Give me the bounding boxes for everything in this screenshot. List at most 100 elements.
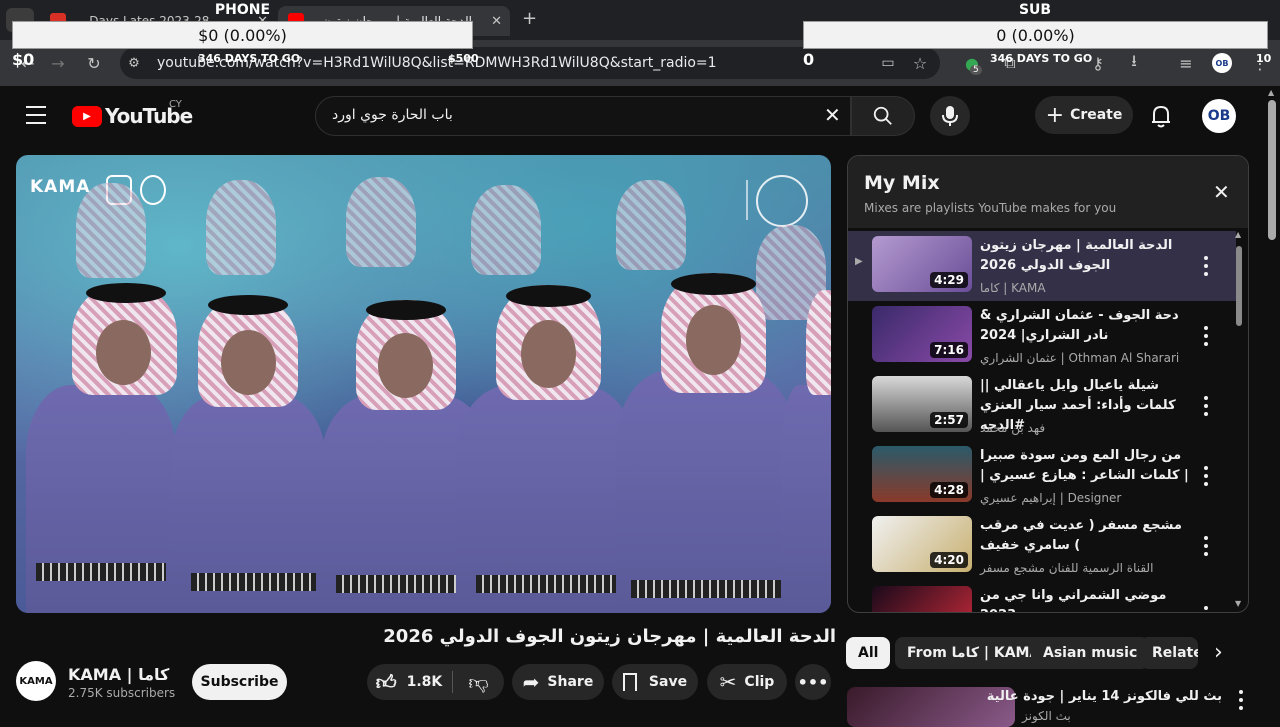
- dancer-face: [221, 330, 276, 395]
- background-dancer: [76, 183, 146, 278]
- overlay-left-max: $500: [448, 52, 479, 65]
- subscriber-count: 2.75K subscribers: [68, 686, 176, 700]
- playlist-thumbnail: 4:28: [872, 446, 972, 502]
- more-actions-button[interactable]: •••: [795, 664, 831, 700]
- dancer-face: [378, 333, 433, 398]
- playlist-item[interactable]: 7:16 دحة الجوف - عثمان الشراري & نادر ال…: [848, 301, 1236, 371]
- menu-hamburger-icon[interactable]: [26, 106, 46, 124]
- playlist-item[interactable]: 4:20 مشجع مسفر ( عديت في مرقب ) سامري خف…: [848, 511, 1236, 581]
- playlist-item[interactable]: 2:57 شيلة ياعيال وايل ياعقالي || كلمات و…: [848, 371, 1236, 441]
- subscribe-button[interactable]: Subscribe: [192, 664, 287, 700]
- chip-all[interactable]: All: [846, 637, 891, 669]
- playlist-scrollbar-track[interactable]: ▲ ▼: [1234, 230, 1244, 610]
- close-tab-icon[interactable]: ✕: [491, 14, 502, 29]
- playlist-thumbnail: 7:16: [872, 306, 972, 362]
- plus-icon: +: [1045, 102, 1065, 128]
- account-avatar[interactable]: OB: [1202, 99, 1236, 133]
- dancer-agal: [671, 273, 756, 295]
- video-duration: 4:28: [930, 482, 968, 498]
- media-queue-icon[interactable]: ≡: [1176, 53, 1196, 73]
- overlay-right-value: 0 (0.00%): [803, 21, 1268, 49]
- more-vertical-icon[interactable]: [1236, 690, 1246, 710]
- dancer-agal: [208, 295, 288, 315]
- playlist-item[interactable]: 4:28 من رجال المع ومن سودة صبيرا | كلمات…: [848, 441, 1236, 511]
- close-mix-icon[interactable]: ✕: [1213, 180, 1230, 204]
- playlist-item-title: من رجال المع ومن سودة صبيرا | كلمات الشا…: [980, 448, 1189, 483]
- reload-icon[interactable]: ↻: [84, 53, 104, 73]
- page-scroll-up-icon[interactable]: ▲: [1268, 88, 1274, 97]
- share-label: Share: [547, 674, 594, 690]
- clip-button[interactable]: ✂ Clip: [707, 664, 787, 700]
- playlist-thumbnail: 2:57: [872, 376, 972, 432]
- video-duration: 7:16: [930, 342, 968, 358]
- playlist-item-channel: إبراهيم عسيري | Designer: [980, 491, 1122, 505]
- create-button[interactable]: + Create: [1035, 96, 1133, 134]
- bookmark-icon: [622, 673, 637, 691]
- recommended-channel: بث الكونز: [1022, 709, 1071, 723]
- save-button[interactable]: Save: [612, 664, 698, 700]
- more-vertical-icon[interactable]: [1201, 606, 1211, 612]
- overlay-left-value: $0 (0.00%): [12, 21, 473, 49]
- playlist-item[interactable]: موضي الشمراني وانا جي من بعيد - موسم 202…: [848, 581, 1236, 612]
- playlist-thumbnail: 4:20: [872, 516, 972, 572]
- page-scrollbar[interactable]: [1268, 100, 1276, 240]
- like-button[interactable]: 👍︎ 1.8K: [367, 664, 451, 700]
- playlist-item-title: مشجع مسفر ( عديت في مرقب ) سامري خفيف: [980, 518, 1182, 553]
- bookmark-star-icon[interactable]: ☆: [910, 53, 930, 73]
- search-icon: [873, 106, 892, 125]
- thumbs-up-icon: 👍︎: [375, 669, 397, 694]
- background-dancer: [616, 180, 686, 270]
- more-vertical-icon[interactable]: [1201, 396, 1211, 416]
- video-player[interactable]: KAMA: [16, 155, 831, 613]
- chip-from-channel[interactable]: From كاما | KAMA: [895, 637, 1053, 669]
- clear-search-icon[interactable]: ✕: [824, 103, 841, 127]
- cast-icon[interactable]: ▭: [878, 53, 898, 73]
- more-vertical-icon[interactable]: [1201, 536, 1211, 556]
- overlay-left-title: PHONE: [214, 2, 271, 18]
- recommended-title[interactable]: بث للي فالكونز 14 يناير | جودة عالية: [987, 689, 1222, 704]
- emblem-icon: [140, 175, 166, 205]
- chip-asian-music[interactable]: Asian music: [1031, 637, 1150, 669]
- chips-next-icon[interactable]: ›: [1214, 640, 1223, 665]
- video-title: الدحة العالمية | مهرجان زيتون الجوف الدو…: [383, 626, 836, 647]
- chip-related[interactable]: Related: [1140, 637, 1198, 669]
- dancer-belt: [36, 563, 166, 581]
- scroll-up-icon[interactable]: ▲: [1235, 230, 1241, 239]
- scroll-down-icon[interactable]: ▼: [1235, 599, 1241, 608]
- create-label: Create: [1070, 107, 1123, 123]
- dancer-robe: [781, 385, 831, 613]
- playlist-thumbnail: [872, 586, 972, 612]
- playlist-item-channel: القناة الرسمية للفنان مشجع مسفر: [980, 561, 1154, 575]
- overlay-right-min: 0: [803, 50, 815, 69]
- new-tab-icon[interactable]: +: [522, 8, 537, 29]
- more-vertical-icon[interactable]: [1201, 326, 1211, 346]
- share-button[interactable]: ➦ Share: [512, 664, 604, 700]
- more-vertical-icon[interactable]: [1201, 256, 1211, 276]
- overlay-left-min: $0: [12, 50, 35, 69]
- background-dancer: [346, 177, 416, 267]
- search-button[interactable]: [851, 96, 915, 136]
- search-input[interactable]: باب الحارة جوي اورد ✕: [315, 96, 851, 136]
- more-vertical-icon[interactable]: [1201, 466, 1211, 486]
- playlist-scrollbar-thumb[interactable]: [1236, 246, 1242, 326]
- background-dancer: [471, 185, 541, 275]
- dancer-robe: [616, 370, 796, 613]
- playlist-item-title: الدحة العالمية | مهرجان زيتون الجوف الدو…: [980, 238, 1173, 273]
- playlist-item-channel: عثمان الشراري | Othman Al Sharari: [980, 351, 1180, 365]
- dislike-button[interactable]: 👎︎: [453, 664, 504, 700]
- site-info-icon[interactable]: ⚙: [124, 53, 144, 73]
- channel-name[interactable]: KAMA | كاما: [68, 665, 169, 684]
- like-count: 1.8K: [406, 674, 443, 690]
- channel-avatar[interactable]: KAMA: [16, 661, 56, 701]
- voice-search-button[interactable]: [930, 96, 970, 136]
- dancer-agal: [366, 300, 446, 320]
- video-duration: 2:57: [930, 412, 968, 428]
- download-icon[interactable]: ⭳: [1124, 51, 1144, 73]
- dancer-headscarf: [806, 290, 831, 395]
- profile-avatar-small[interactable]: OB: [1212, 53, 1232, 73]
- playlist-item-active[interactable]: ▶ 4:29 الدحة العالمية | مهرجان زيتون الج…: [848, 231, 1236, 301]
- festival-logo-icon: [756, 175, 808, 227]
- notifications-bell-icon[interactable]: [1150, 104, 1172, 132]
- thumbs-down-icon: 👎︎: [468, 669, 489, 694]
- forward-icon[interactable]: →: [48, 53, 68, 73]
